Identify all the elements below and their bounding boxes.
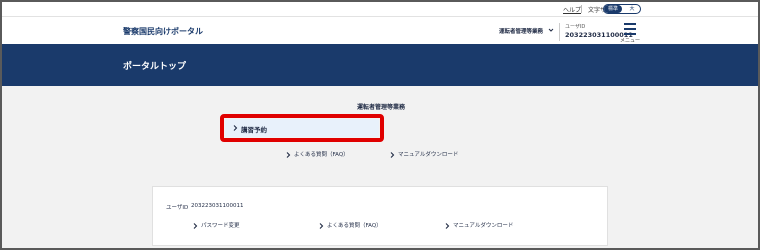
chevron-down-icon[interactable]: [548, 27, 554, 33]
font-size-standard-button[interactable]: 標準: [604, 5, 622, 13]
manual-download-link[interactable]: マニュアルダウンロード: [390, 150, 458, 158]
chevron-right-icon: [286, 151, 291, 158]
service-select[interactable]: 運転者管理等業務: [499, 27, 543, 35]
faq-link[interactable]: よくある質問（FAQ）: [286, 150, 349, 158]
site-title[interactable]: 警察国民向けポータル: [123, 26, 203, 37]
manual-download-link-label: マニュアルダウンロード: [398, 152, 459, 158]
chevron-right-icon: [390, 151, 395, 158]
chevron-right-icon: [445, 222, 450, 229]
password-change-label: パスワード変更: [201, 223, 240, 229]
help-link[interactable]: ヘルプ: [563, 5, 581, 14]
menu-icon-bar: [624, 28, 636, 30]
card-manual-download-link[interactable]: マニュアルダウンロード: [445, 221, 513, 229]
card-user-id-label: ユーザID: [166, 205, 189, 211]
faq-link-label: よくある質問（FAQ）: [294, 152, 349, 158]
menu-icon: [624, 23, 636, 25]
card-user-id-value: 203223031100011: [191, 203, 244, 209]
page-frame: ヘルプ 文字サイズ 標準 大 警察国民向けポータル 運転者管理等業務 ユーザID…: [0, 0, 760, 250]
chevron-right-icon: [193, 222, 198, 229]
section-heading: 運転者管理等業務: [357, 104, 406, 111]
menu-button[interactable]: メニュー: [619, 20, 641, 44]
menu-label: メニュー: [619, 38, 640, 44]
menu-icon-bar: [624, 33, 636, 35]
utility-bar: ヘルプ 文字サイズ 標準 大: [2, 2, 758, 16]
chevron-right-icon: [319, 222, 324, 229]
page-title: ポータルトップ: [123, 62, 187, 72]
main-content: 運転者管理等業務 講習予約 よくある質問（FAQ） マニュアルダウンロード ユー…: [2, 86, 758, 248]
user-id-label: ユーザID: [565, 24, 586, 30]
password-change-link[interactable]: パスワード変更: [193, 221, 240, 229]
site-header: 警察国民向けポータル 運転者管理等業務 ユーザID 20322303110001…: [2, 16, 758, 44]
font-size-toggle: 標準 大: [603, 4, 641, 14]
highlight-box: [220, 114, 384, 142]
card-faq-label: よくある質問（FAQ）: [327, 223, 382, 229]
card-manual-download-label: マニュアルダウンロード: [453, 223, 514, 229]
card-faq-link[interactable]: よくある質問（FAQ）: [319, 221, 382, 229]
page-banner: ポータルトップ: [2, 44, 758, 86]
user-info-card: ユーザID 203223031100011 パスワード変更 よくある質問（FAQ…: [152, 186, 608, 246]
font-size-large-button[interactable]: 大: [623, 5, 640, 13]
header-divider: [559, 23, 560, 41]
utility-divider: [581, 5, 582, 13]
